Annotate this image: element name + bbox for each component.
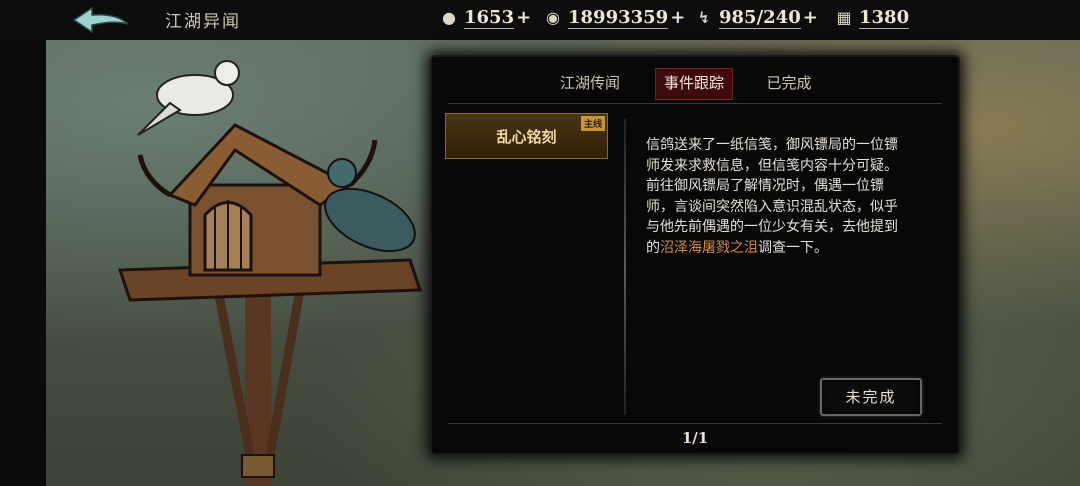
ingot-icon: ● [442,8,456,27]
footer-divider [448,423,942,424]
ticket-value: 1380 [859,7,910,29]
energy-icon: ↯ [697,8,711,27]
ingot-resource[interactable]: ● 1653 + [437,7,531,29]
add-coin-icon[interactable]: + [670,7,685,28]
energy-value: 985/240 [719,7,801,29]
coin-value: 18993359 [568,7,669,29]
tab-event-tracking[interactable]: 事件跟踪 [655,68,733,100]
page-title: 江湖异闻 [165,12,241,32]
ingot-value: 1653 [464,7,515,29]
coin-resource[interactable]: ◉ 18993359 + [541,7,685,29]
tab-completed[interactable]: 已完成 [757,68,821,98]
quest-item[interactable]: 主线 乱心铭刻 [445,113,608,159]
location-highlight: 沼泽海屠戮之沮 [660,239,758,256]
event-panel: 江湖传闻 事件跟踪 已完成 主线 乱心铭刻 信鸽送来了一纸信笺，御风镖局的一位镖… [432,57,958,453]
tab-divider [448,103,942,104]
tab-rumors[interactable]: 江湖传闻 [550,68,630,98]
description-paragraph-1: 信鸽送来了一纸信笺，御风镖局的一位镖师发来求救信息，但信笺内容十分可疑。 [646,137,898,174]
page-indicator: 1/1 [681,429,709,447]
panel-divider [624,119,626,415]
quest-description: 信鸽送来了一纸信笺，御风镖局的一位镖师发来求救信息，但信笺内容十分可疑。 前往御… [646,135,910,258]
add-ingot-icon[interactable]: + [516,7,531,28]
top-bar: 江湖异闻 ● 1653 + ◉ 18993359 + ↯ 985/240 + ▦ 1380 [0,0,1080,40]
status-button[interactable]: 未完成 [820,378,922,416]
energy-resource[interactable]: ↯ 985/240 + [692,7,818,29]
description-paragraph-2: 前往御风镖局了解情况时，偶遇一位镖师，言谈间突然陷入意识混乱状态，似乎与他先前偶… [646,176,910,258]
ticket-resource[interactable]: ▦ 1380 [832,7,910,29]
pigeon-birdhouse-illustration [117,60,423,485]
back-arrow-icon [72,6,129,34]
add-energy-icon[interactable]: + [803,7,818,28]
ticket-icon: ▦ [836,8,852,27]
back-button[interactable] [70,4,134,36]
quest-name: 乱心铭刻 [496,128,557,146]
coin-icon: ◉ [546,8,560,27]
description-text-end: 调查一下。 [758,239,828,256]
